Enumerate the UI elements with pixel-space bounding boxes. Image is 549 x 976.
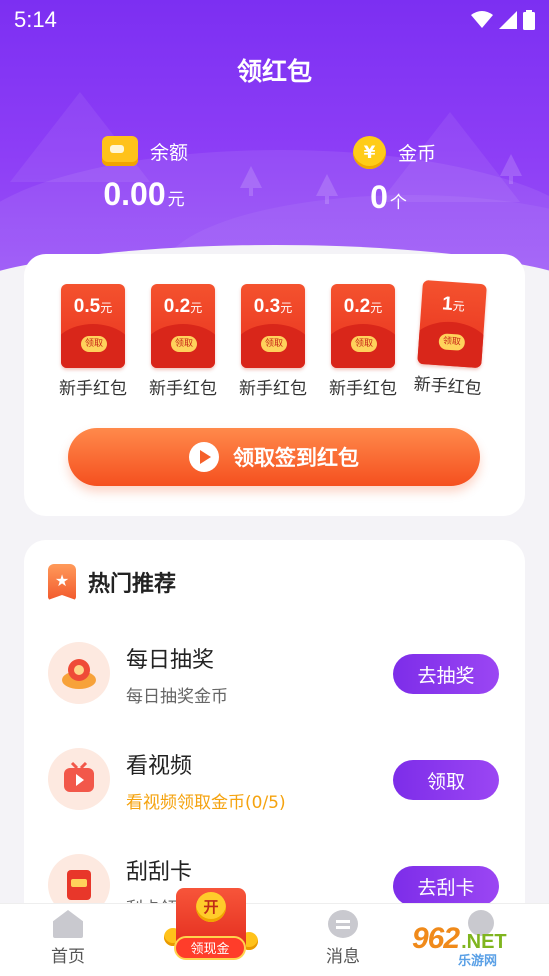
- packet-label: 新手红包: [59, 379, 127, 399]
- packet-unit: 元: [280, 301, 293, 315]
- tree-icon: [316, 174, 338, 204]
- task-subtitle: 每日抽奖金币: [126, 687, 228, 707]
- tree-icon: [240, 166, 262, 196]
- task-row: 每日抽奖 每日抽奖金币 去抽奖: [48, 642, 508, 708]
- packet-unit: 元: [100, 301, 113, 315]
- packet-amount: 0.3: [253, 296, 281, 317]
- video-icon: [48, 748, 110, 810]
- packet-label: 新手红包: [329, 379, 397, 399]
- red-envelope-icon: 0.2元 领取: [151, 284, 215, 368]
- red-packet-item[interactable]: 0.2元 领取 新手红包: [329, 284, 397, 399]
- sign-button-label: 领取签到红包: [233, 446, 359, 470]
- red-envelope-icon: 0.5元 领取: [61, 284, 125, 368]
- packet-unit: 元: [190, 301, 203, 315]
- packet-label: 新手红包: [149, 379, 217, 399]
- task-subtitle: 看视频领取金币(0/5): [126, 793, 286, 813]
- nav-messages-label: 消息: [326, 947, 360, 967]
- task-title: 刮刮卡: [126, 860, 193, 885]
- packet-seal: 领取: [351, 336, 377, 352]
- nav-home-label: 首页: [51, 947, 85, 967]
- red-packet-item[interactable]: 1元 领取 新手红包: [413, 279, 488, 399]
- red-envelope-icon: 0.3元 领取: [241, 284, 305, 368]
- packet-label: 新手红包: [413, 374, 483, 400]
- claim-cash-label: 领现金: [174, 936, 246, 960]
- packet-seal: 领取: [171, 336, 197, 352]
- coins-value-row: 0个: [341, 179, 436, 216]
- watermark-logo: 962 .NET 乐游网: [412, 924, 546, 970]
- packet-amount: 0.2: [343, 296, 371, 317]
- red-packet-list: 0.5元 领取 新手红包 0.2元 领取 新手红包 0.3元 领取 新手红包 0…: [54, 279, 499, 404]
- play-icon: [189, 442, 219, 472]
- task-row: 看视频 看视频领取金币(0/5) 领取: [48, 748, 508, 814]
- task-title: 每日抽奖: [126, 648, 215, 673]
- red-packet-item[interactable]: 0.3元 领取 新手红包: [239, 284, 307, 399]
- packet-unit: 元: [452, 299, 466, 314]
- wallet-icon: [102, 136, 138, 166]
- red-envelope-icon: 1元 领取: [417, 279, 487, 369]
- coin-icon: ¥: [353, 136, 386, 169]
- message-icon: [328, 910, 358, 938]
- watermark-net: .NET: [461, 931, 507, 953]
- home-icon: [53, 910, 83, 938]
- packet-label: 新手红包: [239, 379, 307, 399]
- red-envelope-icon: 0.2元 领取: [331, 284, 395, 368]
- packet-amount: 0.5: [73, 296, 101, 317]
- watermark-main: 962: [412, 922, 460, 955]
- page-title: 领红包: [236, 57, 312, 86]
- packet-seal: 领取: [81, 336, 107, 352]
- hot-recommend-card: ★ 热门推荐 每日抽奖 每日抽奖金币 去抽奖 看视频 看视频领取金币(0/5) …: [24, 540, 525, 940]
- red-packet-card: 0.5元 领取 新手红包 0.2元 领取 新手红包 0.3元 领取 新手红包 0…: [24, 254, 525, 516]
- wifi-icon: [471, 11, 493, 28]
- balance-value-row: 0.00 元: [100, 176, 188, 213]
- red-packet-item[interactable]: 0.5元 领取 新手红包: [59, 284, 127, 399]
- balance-label: 余额: [150, 141, 189, 164]
- go-lottery-button[interactable]: 去抽奖: [393, 654, 499, 694]
- battery-icon: [523, 10, 535, 30]
- status-bar: 5:14: [0, 0, 549, 40]
- nav-messages[interactable]: 消息: [298, 910, 388, 967]
- claim-video-button[interactable]: 领取: [393, 760, 499, 800]
- section-title: ★ 热门推荐: [48, 564, 176, 600]
- red-packet-item[interactable]: 0.2元 领取 新手红包: [149, 284, 217, 399]
- task-title: 看视频: [126, 754, 193, 779]
- coins-unit: 个: [389, 193, 407, 213]
- watermark-sub: 乐游网: [458, 953, 498, 968]
- lottery-icon: [48, 642, 110, 704]
- packet-unit: 元: [370, 301, 383, 315]
- status-icons: [471, 10, 535, 30]
- header-banner: 5:14 领红包 余额 0.00 元 ¥ 金币 0个: [0, 0, 549, 282]
- open-coin: 开: [196, 892, 226, 922]
- star-badge-icon: ★: [48, 564, 76, 600]
- packet-amount: 0.2: [163, 296, 191, 317]
- tree-icon: [500, 154, 522, 184]
- section-title-text: 热门推荐: [88, 572, 177, 597]
- balance-value: 0.00: [103, 176, 166, 212]
- nav-home[interactable]: 首页: [23, 910, 113, 967]
- packet-seal: 领取: [438, 333, 466, 351]
- packet-seal: 领取: [261, 336, 287, 352]
- claim-sign-in-packet-button[interactable]: 领取签到红包: [68, 428, 480, 486]
- go-scratch-button[interactable]: 去刮卡: [393, 866, 499, 906]
- coins-label: 金币: [398, 143, 437, 165]
- balance-unit: 元: [167, 190, 185, 210]
- balance-stat[interactable]: 余额 0.00 元: [102, 136, 188, 213]
- coins-stat[interactable]: ¥ 金币 0个: [353, 136, 436, 216]
- signal-icon: [499, 11, 517, 29]
- status-time: 5:14: [14, 7, 57, 32]
- nav-claim-cash[interactable]: 开 领现金: [164, 888, 258, 968]
- coins-value: 0: [370, 179, 388, 215]
